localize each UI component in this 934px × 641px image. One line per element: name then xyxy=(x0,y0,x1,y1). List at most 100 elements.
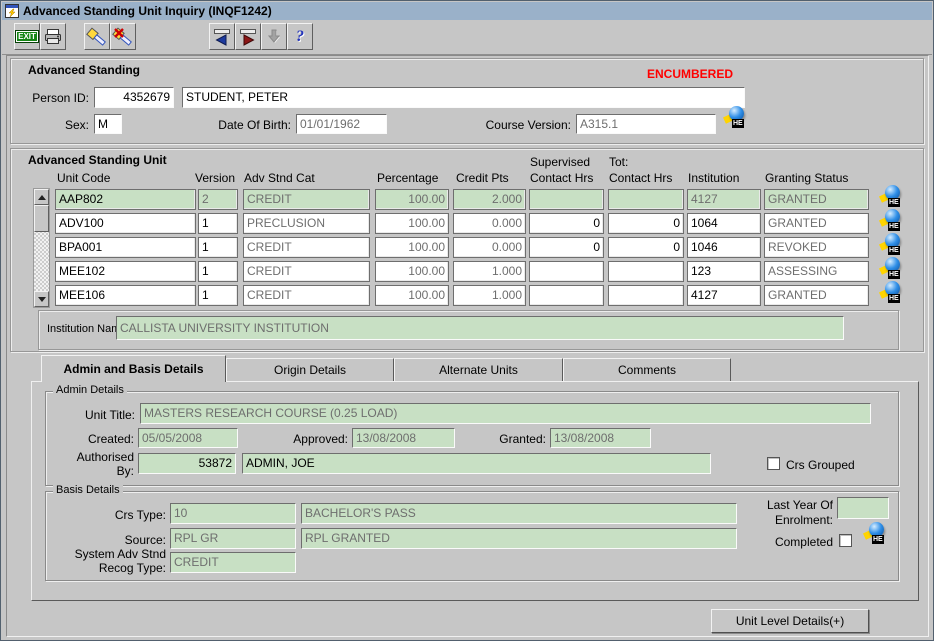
granting-status-cell[interactable]: GRANTED xyxy=(764,189,869,210)
exit-button[interactable]: EXIT xyxy=(14,23,40,50)
credit-pts-cell[interactable]: 0.000 xyxy=(453,213,526,234)
basis-he-button[interactable]: HE xyxy=(863,522,889,546)
down-button-disabled[interactable] xyxy=(261,23,287,50)
percentage-cell[interactable]: 100.00 xyxy=(375,237,449,258)
scroll-down-button[interactable] xyxy=(34,291,49,307)
institution-cell[interactable]: 123 xyxy=(687,261,761,282)
cancel-query-button[interactable] xyxy=(110,23,136,50)
scrollbar-thumb[interactable] xyxy=(34,205,49,232)
scroll-up-button[interactable] xyxy=(34,189,49,205)
sex-field[interactable]: M xyxy=(94,114,122,134)
total-hrs-cell[interactable]: 0 xyxy=(608,237,684,258)
toolbar: EXIT xyxy=(2,20,932,55)
tab-comments[interactable]: Comments xyxy=(563,358,731,381)
granting-status-cell[interactable]: GRANTED xyxy=(764,213,869,234)
created-field[interactable]: 05/05/2008 xyxy=(138,428,238,448)
enter-query-button[interactable] xyxy=(84,23,110,50)
tab-origin-details[interactable]: Origin Details xyxy=(226,358,394,381)
total-hrs-cell[interactable]: 0 xyxy=(608,213,684,234)
unit-list-scrollbar[interactable] xyxy=(33,188,50,308)
col-supervised-line1: Supervised xyxy=(530,155,590,169)
encumbered-status: ENCUMBERED xyxy=(647,67,733,81)
version-cell[interactable]: 2 xyxy=(198,189,238,210)
authorised-by-label-line1: Authorised xyxy=(51,450,134,464)
person-name-field[interactable]: STUDENT, PETER xyxy=(182,87,745,108)
window-title: Advanced Standing Unit Inquiry (INQF1242… xyxy=(23,4,272,18)
institution-cell[interactable]: 1046 xyxy=(687,237,761,258)
adv-stnd-cat-cell[interactable]: CREDIT xyxy=(243,189,370,210)
unit-code-cell[interactable]: MEE106 xyxy=(55,285,196,306)
version-cell[interactable]: 1 xyxy=(198,261,238,282)
adv-stnd-cat-cell[interactable]: PRECLUSION xyxy=(243,213,370,234)
row-he-button[interactable]: HE xyxy=(879,281,905,305)
version-cell[interactable]: 1 xyxy=(198,237,238,258)
credit-pts-cell[interactable]: 2.000 xyxy=(453,189,526,210)
next-block-button[interactable] xyxy=(235,23,261,50)
granted-field[interactable]: 13/08/2008 xyxy=(550,428,651,448)
crs-type-field[interactable]: 10 xyxy=(170,503,296,524)
dob-field[interactable]: 01/01/1962 xyxy=(296,114,387,134)
institution-cell[interactable]: 1064 xyxy=(687,213,761,234)
adv-stnd-cat-cell[interactable]: CREDIT xyxy=(243,237,370,258)
supervised-hrs-cell[interactable]: 0 xyxy=(529,213,604,234)
recog-type-label-line2: Recog Type: xyxy=(51,561,166,575)
institution-cell[interactable]: 4127 xyxy=(687,189,761,210)
granting-status-cell[interactable]: GRANTED xyxy=(764,285,869,306)
supervised-hrs-cell[interactable]: 0 xyxy=(529,237,604,258)
down-arrow-icon xyxy=(38,297,46,302)
approved-label: Approved: xyxy=(271,432,348,446)
last-year-of-enrolment-field[interactable] xyxy=(837,497,889,519)
unit-level-details-button[interactable]: Unit Level Details(+) xyxy=(711,609,869,633)
previous-block-button[interactable] xyxy=(209,23,235,50)
recog-type-field[interactable]: CREDIT xyxy=(170,552,296,573)
institution-name-field[interactable]: CALLISTA UNIVERSITY INSTITUTION xyxy=(116,316,844,340)
tab-alternate-units[interactable]: Alternate Units xyxy=(394,358,563,381)
row-he-button[interactable]: HE xyxy=(879,233,905,257)
print-button[interactable] xyxy=(40,23,66,50)
approved-field[interactable]: 13/08/2008 xyxy=(352,428,455,448)
percentage-cell[interactable]: 100.00 xyxy=(375,285,449,306)
percentage-cell[interactable]: 100.00 xyxy=(375,213,449,234)
crs-grouped-checkbox[interactable] xyxy=(767,457,780,470)
crs-type-desc-field[interactable]: BACHELOR'S PASS xyxy=(301,503,737,524)
credit-pts-cell[interactable]: 0.000 xyxy=(453,237,526,258)
row-he-button[interactable]: HE xyxy=(879,257,905,281)
app-window: Advanced Standing Unit Inquiry (INQF1242… xyxy=(0,0,934,641)
supervised-hrs-cell[interactable] xyxy=(529,285,604,306)
unit-title-field[interactable]: MASTERS RESEARCH COURSE (0.25 LOAD) xyxy=(140,403,871,424)
course-version-field[interactable]: A315.1 xyxy=(576,114,716,134)
granting-status-cell[interactable]: REVOKED xyxy=(764,237,869,258)
institution-cell[interactable]: 4127 xyxy=(687,285,761,306)
last-year-label-line2: Enrolment: xyxy=(746,513,833,527)
row-he-button[interactable]: HE xyxy=(879,209,905,233)
total-hrs-cell[interactable] xyxy=(608,189,684,210)
unit-code-cell[interactable]: MEE102 xyxy=(55,261,196,282)
course-he-button[interactable]: HE xyxy=(723,106,749,130)
granting-status-cell[interactable]: ASSESSING xyxy=(764,261,869,282)
help-button[interactable]: ? xyxy=(287,23,313,50)
supervised-hrs-cell[interactable] xyxy=(529,261,604,282)
total-hrs-cell[interactable] xyxy=(608,285,684,306)
unit-code-cell[interactable]: BPA001 xyxy=(55,237,196,258)
version-cell[interactable]: 1 xyxy=(198,213,238,234)
credit-pts-cell[interactable]: 1.000 xyxy=(453,285,526,306)
supervised-hrs-cell[interactable] xyxy=(529,189,604,210)
version-cell[interactable]: 1 xyxy=(198,285,238,306)
percentage-cell[interactable]: 100.00 xyxy=(375,189,449,210)
total-hrs-cell[interactable] xyxy=(608,261,684,282)
authorised-by-id-field[interactable]: 53872 xyxy=(138,453,236,474)
adv-stnd-cat-cell[interactable]: CREDIT xyxy=(243,285,370,306)
source-desc-field[interactable]: RPL GRANTED xyxy=(301,528,737,549)
credit-pts-cell[interactable]: 1.000 xyxy=(453,261,526,282)
tab-admin-and-basis-details[interactable]: Admin and Basis Details xyxy=(41,355,226,382)
completed-checkbox[interactable] xyxy=(839,534,852,547)
col-version: Version xyxy=(195,171,235,185)
percentage-cell[interactable]: 100.00 xyxy=(375,261,449,282)
person-id-field[interactable]: 4352679 xyxy=(94,87,174,108)
source-field[interactable]: RPL GR xyxy=(170,528,296,549)
row-he-button[interactable]: HE xyxy=(879,185,905,209)
adv-stnd-cat-cell[interactable]: CREDIT xyxy=(243,261,370,282)
authorised-by-name-field[interactable]: ADMIN, JOE xyxy=(242,453,711,474)
unit-code-cell[interactable]: ADV100 xyxy=(55,213,196,234)
unit-code-cell[interactable]: AAP802 xyxy=(55,189,196,210)
